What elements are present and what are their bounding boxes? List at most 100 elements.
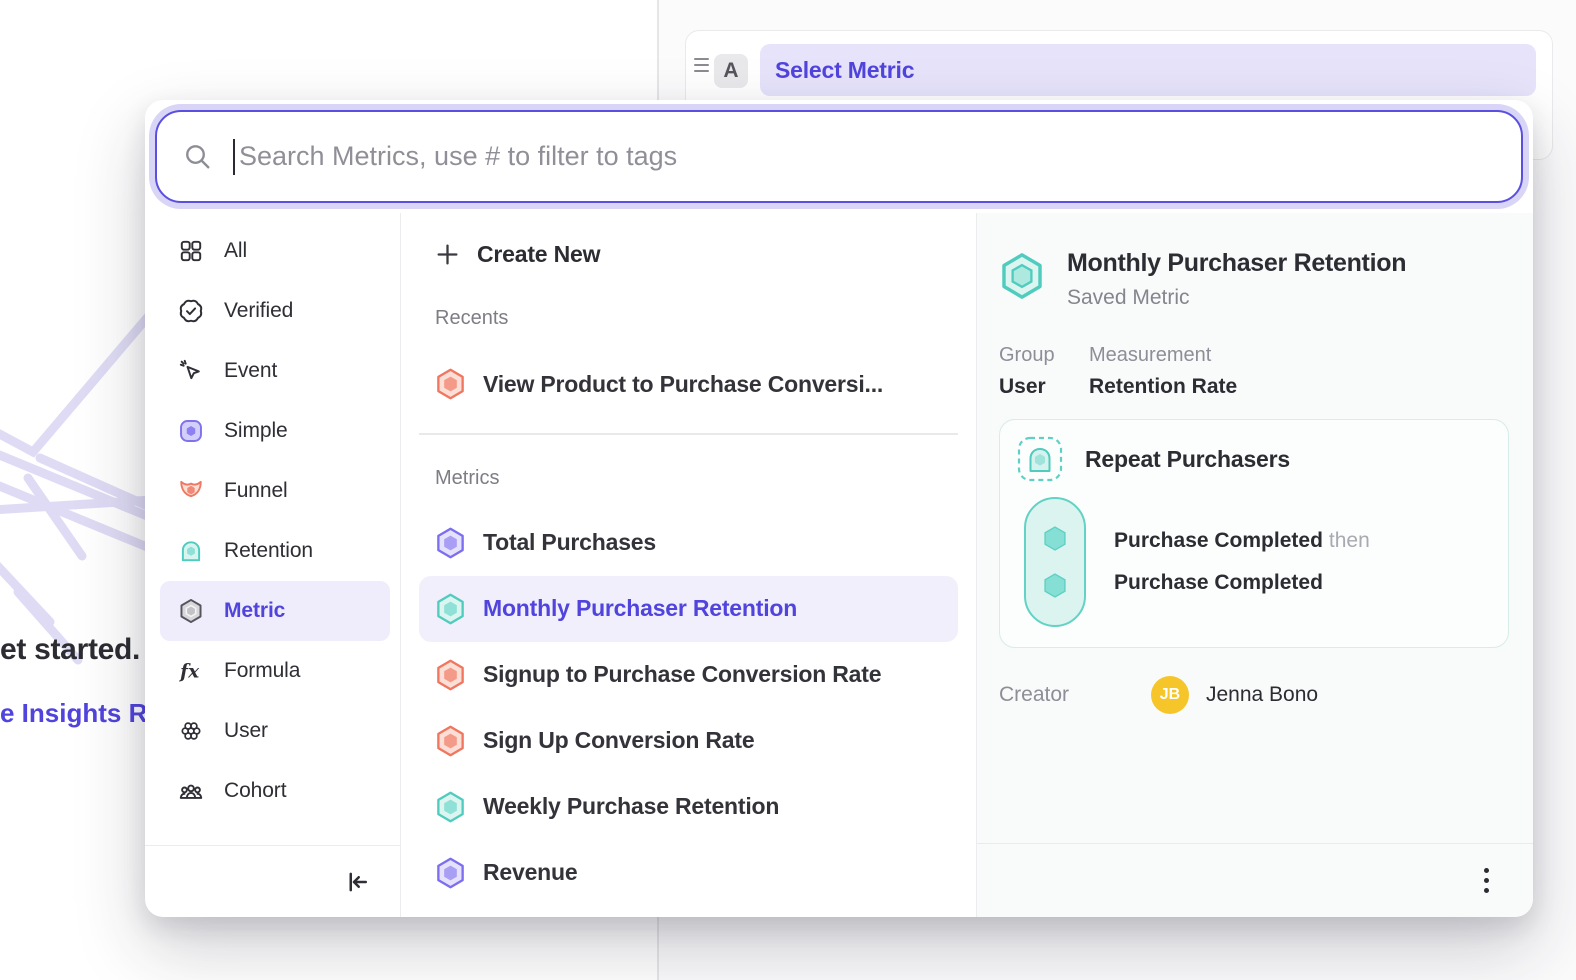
sidebar-item-simple[interactable]: Simple (160, 401, 390, 461)
field-label: Group (999, 344, 1089, 367)
field-label: Measurement (1089, 344, 1237, 367)
sidebar-item-label: Formula (224, 659, 300, 683)
metric-item-sign-up-conversion-rate[interactable]: Sign Up Conversion Rate (419, 708, 958, 774)
funnel-metric-icon (435, 367, 466, 401)
search-icon (183, 142, 213, 172)
retention-metric-icon-large (999, 251, 1045, 301)
metric-item-revenue[interactable]: Revenue (419, 840, 958, 906)
section-label-metrics: Metrics (419, 467, 958, 490)
verified-badge-icon (178, 298, 204, 324)
simple-block-icon (178, 418, 204, 444)
metric-item-monthly-purchaser-retention[interactable]: Monthly Purchaser Retention (419, 576, 958, 642)
background-headline-fragment: et started. (0, 633, 150, 667)
sidebar-item-verified[interactable]: Verified (160, 281, 390, 341)
sidebar-item-label: Retention (224, 539, 313, 563)
metric-label: Signup to Purchase Conversion Rate (483, 661, 881, 688)
grid-icon (178, 238, 204, 264)
metric-hexagon-icon (178, 598, 204, 624)
metric-label: Monthly Purchaser Retention (483, 595, 797, 622)
detail-subtitle: Saved Metric (1067, 286, 1406, 310)
plus-icon (435, 242, 460, 267)
field-measurement: Measurement Retention Rate (1089, 344, 1237, 399)
retention-step: Purchase Completed then (1114, 529, 1370, 553)
sidebar-item-label: Simple (224, 419, 288, 443)
retention-step: Purchase Completed (1114, 571, 1370, 595)
cohort-people-icon (178, 778, 204, 804)
avatar: JB (1151, 676, 1189, 714)
sidebar-item-cohort[interactable]: Cohort (160, 761, 390, 821)
repeat-purchasers-icon (1016, 435, 1064, 483)
collapse-sidebar-icon[interactable] (342, 867, 372, 897)
create-new-button[interactable]: Create New (419, 225, 958, 283)
search-bar[interactable] (155, 110, 1523, 203)
sidebar-footer (145, 845, 400, 917)
sidebar-item-label: Cohort (224, 779, 286, 803)
sidebar-item-formula[interactable]: fx Formula (160, 641, 390, 701)
sidebar-item-funnel[interactable]: Funnel (160, 461, 390, 521)
field-group: Group User (999, 344, 1089, 399)
funnel-icon (178, 478, 204, 504)
funnel-metric-icon (435, 658, 466, 692)
detail-footer (977, 843, 1533, 917)
sidebar-item-label: User (224, 719, 268, 743)
sidebar-item-label: Metric (224, 599, 285, 623)
step-hexagon-icon (1041, 570, 1069, 601)
step-hexagon-icon (1041, 523, 1069, 554)
create-new-label: Create New (477, 241, 600, 268)
sidebar-item-label: Verified (224, 299, 293, 323)
metric-item-weekly-purchase-retention[interactable]: Weekly Purchase Retention (419, 774, 958, 840)
background-link-fragment[interactable]: e Insights Re (0, 698, 152, 729)
select-metric-field[interactable]: Select Metric (760, 44, 1536, 96)
recent-metric-item[interactable]: View Product to Purchase Conversi... (419, 352, 958, 416)
funnel-metric-icon (435, 724, 466, 758)
metric-detail-panel: Monthly Purchaser Retention Saved Metric… (977, 213, 1533, 917)
field-value: Retention Rate (1089, 375, 1237, 399)
metric-definition-card: Repeat Purchasers (999, 419, 1509, 648)
definition-title: Repeat Purchasers (1085, 446, 1290, 473)
metric-label: Revenue (483, 859, 577, 886)
simple-metric-icon (435, 856, 466, 890)
metric-item-total-purchases[interactable]: Total Purchases (419, 510, 958, 576)
simple-metric-icon (435, 526, 466, 560)
retention-metric-icon (435, 592, 466, 626)
sidebar-item-metric[interactable]: Metric (160, 581, 390, 641)
metric-label: Weekly Purchase Retention (483, 793, 779, 820)
drag-handle-icon[interactable] (694, 56, 712, 74)
retention-arch-icon (178, 538, 204, 564)
metric-item-signup-to-purchase-conversion-rate[interactable]: Signup to Purchase Conversion Rate (419, 642, 958, 708)
creator-label: Creator (999, 683, 1151, 707)
sidebar-item-user[interactable]: User (160, 701, 390, 761)
text-cursor (233, 139, 235, 175)
metric-picker-modal: All Verified (145, 100, 1533, 917)
search-input[interactable] (239, 141, 1495, 172)
sidebar-item-retention[interactable]: Retention (160, 521, 390, 581)
screen: et started. e Insights Re A Select Metri… (0, 0, 1576, 980)
svg-text:fx: fx (178, 662, 200, 683)
step-event: Purchase Completed (1114, 529, 1323, 552)
metric-list-panel: Create New Recents View Product to Purch… (400, 213, 977, 917)
retention-steps-capsule (1024, 497, 1086, 627)
field-value: User (999, 375, 1089, 399)
creator-name: Jenna Bono (1206, 683, 1318, 707)
creator-row: Creator JB Jenna Bono (999, 676, 1509, 714)
metric-label: Sign Up Conversion Rate (483, 727, 754, 754)
retention-metric-icon (435, 790, 466, 824)
step-connector: then (1329, 529, 1370, 552)
detail-title: Monthly Purchaser Retention (1067, 249, 1406, 278)
metric-label: Total Purchases (483, 529, 656, 556)
user-cluster-icon (178, 718, 204, 744)
step-event: Purchase Completed (1114, 571, 1323, 594)
category-sidebar: All Verified (145, 213, 400, 917)
series-a-badge: A (714, 54, 748, 88)
sidebar-item-label: Event (224, 359, 277, 383)
more-options-icon[interactable] (1478, 862, 1495, 899)
sidebar-item-event[interactable]: Event (160, 341, 390, 401)
cursor-click-icon (178, 358, 204, 384)
section-label-recents: Recents (419, 307, 958, 330)
sidebar-item-all[interactable]: All (160, 221, 390, 281)
list-divider (419, 433, 958, 435)
metric-label: View Product to Purchase Conversi... (483, 371, 883, 398)
select-metric-label: Select Metric (775, 57, 914, 84)
sidebar-item-label: All (224, 239, 247, 263)
sidebar-item-label: Funnel (224, 479, 288, 503)
